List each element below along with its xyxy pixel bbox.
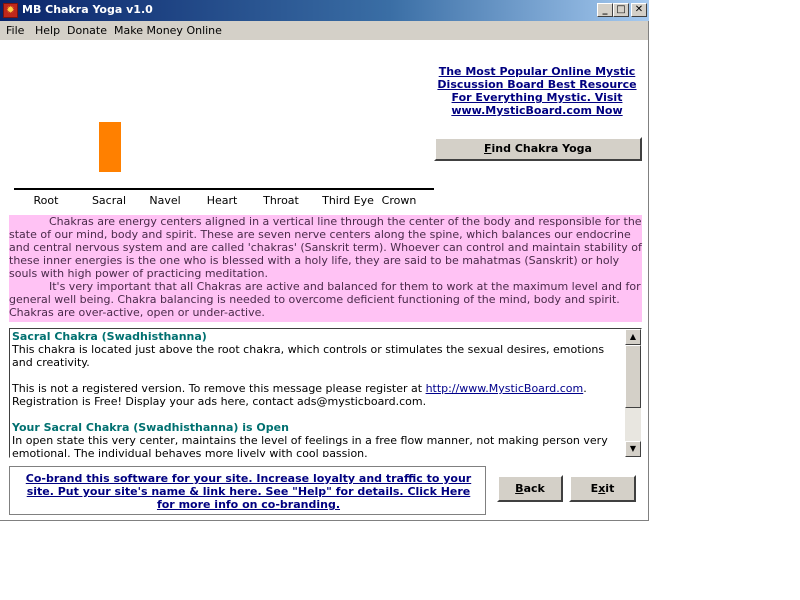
cobrand-link[interactable]: Co-brand this software for your site. In… (16, 472, 481, 511)
chakra-bar-sacral (99, 122, 121, 172)
find-chakra-yoga-button[interactable]: Find Chakra Yoga (434, 137, 642, 161)
menu-help[interactable]: Help (35, 24, 60, 37)
menu-donate[interactable]: Donate (67, 24, 107, 37)
minimize-button[interactable]: _ (597, 3, 613, 17)
close-button[interactable]: ✕ (631, 3, 647, 17)
scroll-up-arrow-icon[interactable]: ▲ (625, 329, 641, 345)
registration-text-pre: This is not a registered version. To rem… (12, 382, 426, 395)
find-button-label: ind Chakra Yoga (491, 142, 592, 155)
app-icon[interactable]: ✹ (3, 3, 18, 18)
scroll-down-arrow-icon[interactable]: ▼ (625, 441, 641, 457)
chart-axis-line (14, 188, 434, 190)
title-bar[interactable]: ✹ MB Chakra Yoga v1.0 _ □ ✕ (0, 0, 649, 21)
details-heading-sacral: Sacral Chakra (Swadhisthanna) (12, 330, 207, 343)
registration-notice: This is not a registered version. To rem… (12, 382, 620, 408)
mysticboard-register-link[interactable]: http://www.MysticBoard.com (426, 382, 584, 395)
maximize-button[interactable]: □ (613, 3, 629, 17)
chakra-label-crown: Crown (381, 194, 417, 207)
back-button-accel: B (515, 482, 524, 495)
details-scrollbar[interactable]: ▲ ▼ (625, 329, 641, 457)
cobrand-box: Co-brand this software for your site. In… (9, 466, 486, 515)
menu-file[interactable]: File (6, 24, 24, 37)
exit-button-label: it (605, 482, 615, 495)
description-paragraph-2: It's very important that all Chakras are… (9, 280, 641, 319)
find-button-accel: F (484, 142, 492, 155)
app-window: ✹ MB Chakra Yoga v1.0 _ □ ✕ File Help Do… (0, 0, 649, 521)
description-paragraph-1: Chakras are energy centers aligned in a … (9, 215, 642, 280)
mysticboard-ad-link[interactable]: The Most Popular Online Mystic Discussio… (432, 65, 642, 117)
back-button-label: ack (523, 482, 545, 495)
details-body-status: In open state this very center, maintain… (12, 434, 608, 458)
menu-make-money-online[interactable]: Make Money Online (114, 24, 222, 37)
details-body-sacral: This chakra is located just above the ro… (12, 343, 605, 369)
back-button[interactable]: Back (497, 475, 563, 502)
exit-button[interactable]: Exit (569, 475, 636, 502)
chakra-details-textbox[interactable]: Sacral Chakra (Swadhisthanna) This chakr… (9, 328, 642, 458)
details-heading-status: Your Sacral Chakra (Swadhisthanna) is Op… (12, 421, 289, 434)
scrollbar-thumb[interactable] (625, 345, 641, 408)
chakra-chart (14, 60, 434, 190)
menu-bar: File Help Donate Make Money Online (0, 21, 648, 40)
window-title: MB Chakra Yoga v1.0 (22, 3, 153, 16)
details-content: Sacral Chakra (Swadhisthanna) This chakr… (12, 330, 620, 458)
chakra-description: Chakras are energy centers aligned in a … (9, 215, 642, 322)
